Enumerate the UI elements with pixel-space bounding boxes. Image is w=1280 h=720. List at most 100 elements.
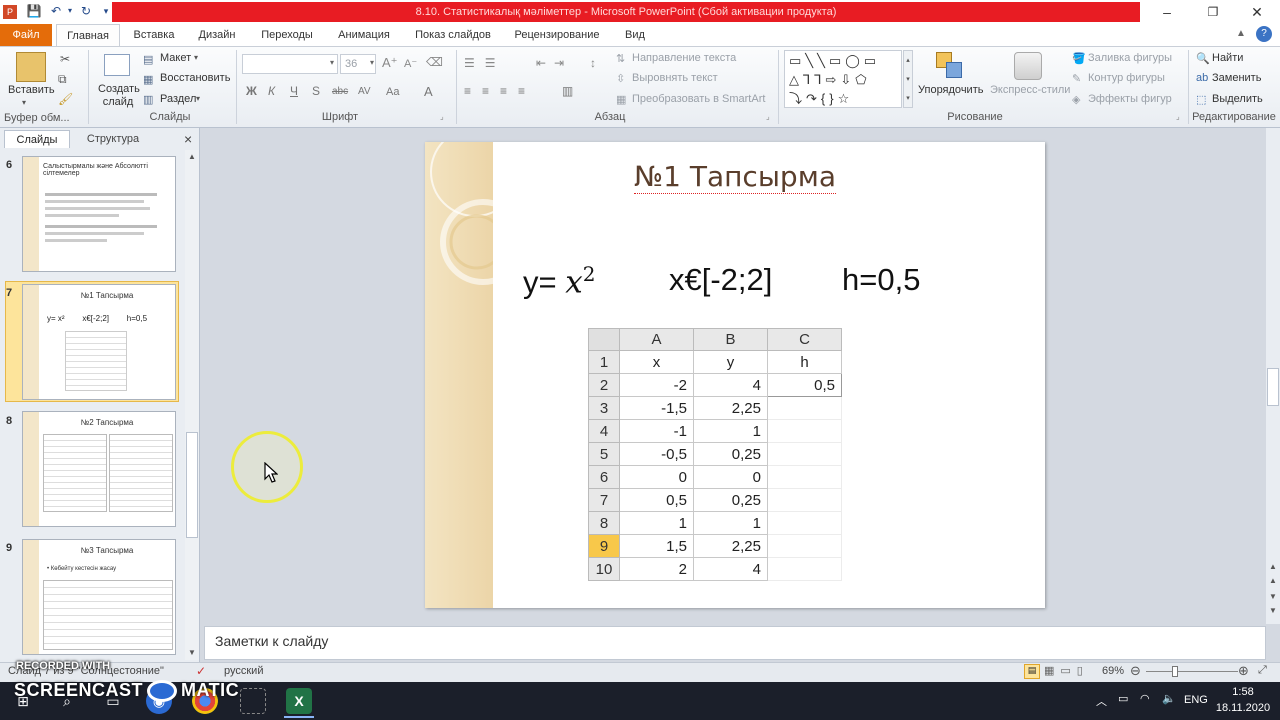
arrange-button[interactable]: Упорядочить bbox=[918, 84, 983, 96]
next-slide-icon[interactable]: ▼ ▼ bbox=[1266, 590, 1280, 618]
slides-pane-scrollbar[interactable] bbox=[185, 150, 199, 660]
drawing-dialog-launcher-icon[interactable]: ⌟ bbox=[1176, 112, 1180, 121]
replace-button[interactable]: Заменить bbox=[1212, 72, 1261, 84]
zoom-level[interactable]: 69% bbox=[1102, 665, 1124, 677]
clock-time[interactable]: 1:58 bbox=[1218, 686, 1268, 698]
font-color-button[interactable]: A bbox=[424, 84, 433, 99]
font-size-dropdown-icon[interactable]: ▾ bbox=[370, 58, 374, 67]
tray-expand-icon[interactable]: ︿ bbox=[1096, 693, 1107, 709]
copy-icon[interactable]: ⧉ bbox=[58, 72, 67, 87]
smartart-icon[interactable]: ▦ bbox=[616, 93, 626, 106]
format-painter-icon[interactable]: 🖌 bbox=[58, 92, 73, 106]
formula-step[interactable]: h=0,5 bbox=[842, 262, 920, 298]
slide-thumbnail-9[interactable]: №3 Тапсырма • Көбейту кестесін жасау bbox=[22, 539, 176, 655]
zoom-out-icon[interactable]: ⊖ bbox=[1130, 663, 1141, 679]
font-name-dropdown-icon[interactable]: ▾ bbox=[330, 58, 334, 67]
new-slide-icon[interactable] bbox=[104, 54, 130, 76]
shape-fill-button[interactable]: Заливка фигуры bbox=[1088, 52, 1172, 64]
save-icon[interactable]: 💾 bbox=[26, 3, 42, 19]
underline-button[interactable]: Ч bbox=[290, 84, 298, 98]
bold-button[interactable]: Ж bbox=[246, 84, 257, 98]
layout-dropdown-icon[interactable]: ▾ bbox=[194, 53, 198, 62]
shape-fill-icon[interactable]: 🪣 bbox=[1072, 52, 1086, 65]
tab-file[interactable]: Файл bbox=[0, 24, 52, 46]
section-dropdown-icon[interactable]: ▾ bbox=[196, 94, 200, 103]
formula-function[interactable]: y= x2 bbox=[523, 262, 595, 300]
tab-home[interactable]: Главная bbox=[56, 24, 120, 47]
language-indicator[interactable]: русский bbox=[224, 665, 263, 677]
notes-field[interactable]: Заметки к слайду bbox=[204, 626, 1266, 660]
shape-outline-button[interactable]: Контур фигуры bbox=[1088, 72, 1165, 84]
shape-effects-button[interactable]: Эффекты фигур bbox=[1088, 93, 1172, 105]
text-direction-button[interactable]: Направление текста bbox=[632, 52, 736, 64]
align-buttons-icon[interactable]: ≡≡≡≡ bbox=[464, 84, 536, 98]
prev-slide-icon[interactable]: ▲ ▲ bbox=[1266, 560, 1280, 588]
tab-review[interactable]: Рецензирование bbox=[508, 24, 606, 46]
align-text-icon[interactable]: ⇳ bbox=[616, 72, 625, 85]
font-name-select[interactable] bbox=[242, 54, 338, 74]
select-button[interactable]: Выделить bbox=[1212, 93, 1263, 105]
list-buttons-icon[interactable]: ☰☰ bbox=[464, 56, 506, 70]
slide-thumbnail-8[interactable]: №2 Тапсырма bbox=[22, 411, 176, 527]
italic-button[interactable]: К bbox=[268, 84, 275, 98]
replace-icon[interactable]: ab bbox=[1196, 72, 1208, 84]
clear-format-icon[interactable]: ⌫ bbox=[426, 55, 443, 69]
wifi-icon[interactable]: ◠ bbox=[1140, 692, 1150, 705]
zoom-slider-handle[interactable] bbox=[1172, 666, 1178, 677]
layout-icon[interactable]: ▤ bbox=[143, 53, 153, 66]
grow-font-icon[interactable]: A⁺ bbox=[382, 55, 398, 71]
shape-outline-icon[interactable]: ✎ bbox=[1072, 72, 1081, 85]
normal-view-icon[interactable]: ▤ bbox=[1024, 664, 1040, 679]
quick-styles-icon[interactable] bbox=[1014, 52, 1042, 80]
char-spacing-button[interactable]: AV bbox=[358, 86, 371, 97]
zoom-in-icon[interactable]: ⊕ bbox=[1238, 663, 1249, 679]
collapse-ribbon-icon[interactable]: ▲ bbox=[1236, 28, 1246, 39]
paste-icon[interactable] bbox=[16, 52, 46, 82]
clock-date[interactable]: 18.11.2020 bbox=[1212, 702, 1274, 714]
shadow-button[interactable]: S bbox=[312, 84, 320, 98]
columns-icon[interactable]: ▥ bbox=[562, 84, 573, 98]
section-icon[interactable]: ▥ bbox=[143, 93, 153, 106]
tab-transitions[interactable]: Переходы bbox=[252, 24, 322, 46]
shapes-gallery-scroll[interactable]: ▴ ▾ ▾ bbox=[903, 50, 913, 108]
paste-dropdown-icon[interactable]: ▾ bbox=[22, 98, 26, 107]
smartart-button[interactable]: Преобразовать в SmartArt bbox=[632, 93, 765, 105]
layout-button[interactable]: Макет bbox=[160, 52, 191, 64]
font-dialog-launcher-icon[interactable]: ⌟ bbox=[440, 112, 444, 121]
redo-icon[interactable]: ↻ bbox=[78, 3, 94, 19]
tab-insert[interactable]: Вставка bbox=[126, 24, 182, 46]
find-icon[interactable]: 🔍 bbox=[1196, 52, 1210, 65]
arrange-icon[interactable] bbox=[936, 52, 964, 80]
slide-thumbnail-7[interactable]: №1 Тапсырма y= x² x€[-2;2] h=0,5 bbox=[22, 284, 176, 400]
spreadsheet-table[interactable]: A B C 1 x y h 2 -2 4 0,5 3 -1,5 2,25 4 -… bbox=[588, 328, 842, 581]
new-slide-button[interactable]: Создать слайд bbox=[98, 83, 140, 109]
reset-button[interactable]: Восстановить bbox=[160, 72, 230, 84]
snipping-tool-icon[interactable] bbox=[240, 688, 266, 714]
slides-pane-scroll-thumb[interactable] bbox=[186, 432, 198, 538]
tab-design[interactable]: Дизайн bbox=[190, 24, 244, 46]
editor-scroll-thumb[interactable] bbox=[1267, 368, 1279, 406]
paragraph-dialog-launcher-icon[interactable]: ⌟ bbox=[766, 112, 770, 121]
quick-styles-button[interactable]: Экспресс-стили bbox=[990, 84, 1070, 96]
volume-icon[interactable]: 🔈 bbox=[1162, 692, 1176, 705]
shapes-gallery[interactable]: ▭╲╲▭◯▭ △⅂⅂⇨⇩⬠ ⤵↷{}☆ bbox=[784, 50, 902, 108]
tab-view[interactable]: Вид bbox=[614, 24, 656, 46]
line-spacing-icon[interactable]: ↕ bbox=[590, 56, 596, 70]
slide-title[interactable]: №1 Тапсырма bbox=[425, 160, 1045, 194]
change-case-button[interactable]: Aa bbox=[386, 86, 399, 98]
shape-effects-icon[interactable]: ◈ bbox=[1072, 93, 1080, 106]
tab-animation[interactable]: Анимация bbox=[330, 24, 398, 46]
paste-button[interactable]: Вставить bbox=[8, 84, 55, 96]
undo-dropdown-icon[interactable]: ▾ bbox=[62, 3, 78, 19]
maximize-button[interactable]: ❐ bbox=[1190, 0, 1236, 24]
minimize-button[interactable]: – bbox=[1144, 0, 1190, 24]
tab-outline-pane[interactable]: Структура bbox=[74, 130, 152, 148]
find-button[interactable]: Найти bbox=[1212, 52, 1243, 64]
excel-icon[interactable]: X bbox=[286, 688, 312, 714]
strikethrough-button[interactable]: abc bbox=[332, 86, 348, 97]
shrink-font-icon[interactable]: A⁻ bbox=[404, 57, 417, 70]
reset-icon[interactable]: ▦ bbox=[143, 73, 153, 86]
cut-icon[interactable]: ✂ bbox=[60, 52, 70, 66]
zoom-slider[interactable] bbox=[1146, 671, 1238, 672]
align-text-button[interactable]: Выровнять текст bbox=[632, 72, 718, 84]
